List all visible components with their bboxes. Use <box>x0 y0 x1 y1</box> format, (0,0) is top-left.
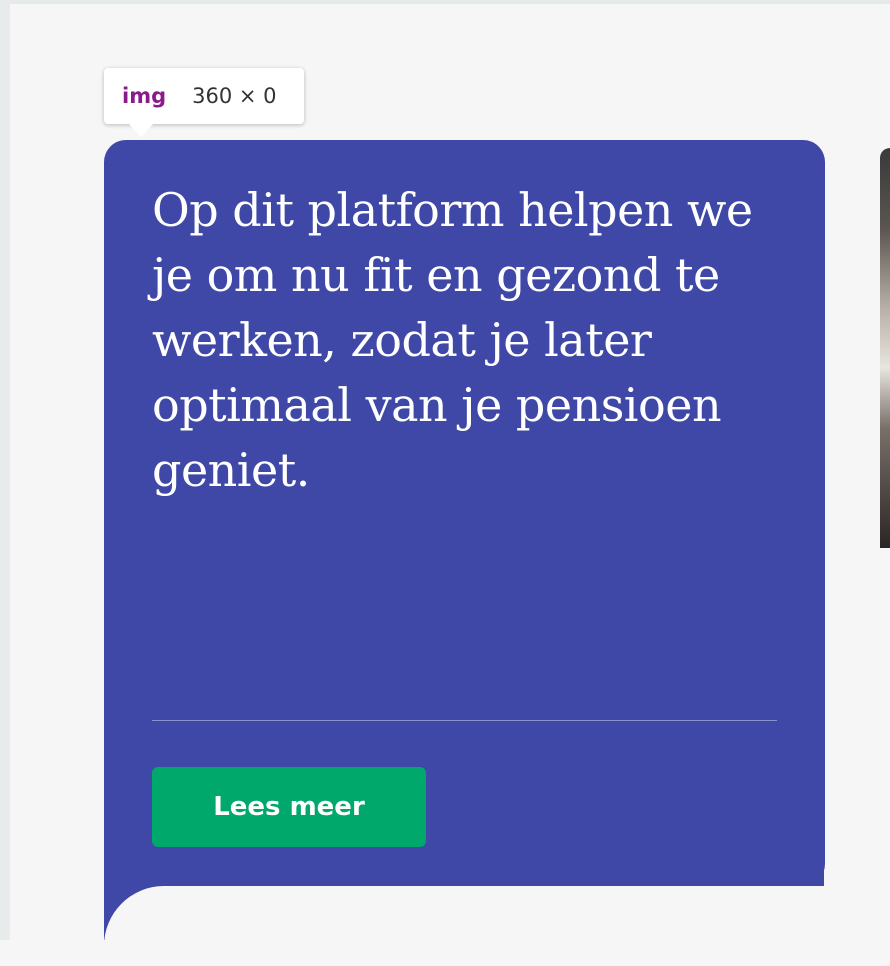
card-divider <box>152 720 777 721</box>
tooltip-arrow-icon <box>128 123 154 137</box>
tooltip-dimensions: 360 × 0 <box>192 84 277 108</box>
card-headline: Op dit platform helpen we je om nu fit e… <box>152 183 753 497</box>
read-more-button[interactable]: Lees meer <box>152 767 426 847</box>
photo-card-edge <box>880 148 890 548</box>
tooltip-tag-name: img <box>122 84 167 108</box>
hero-card: Op dit platform helpen we je om nu fit e… <box>104 140 825 886</box>
devtools-element-tooltip: img 360 × 0 <box>104 68 304 124</box>
left-border <box>0 0 10 940</box>
top-border <box>0 0 890 4</box>
card-bottom-curve <box>104 886 890 966</box>
